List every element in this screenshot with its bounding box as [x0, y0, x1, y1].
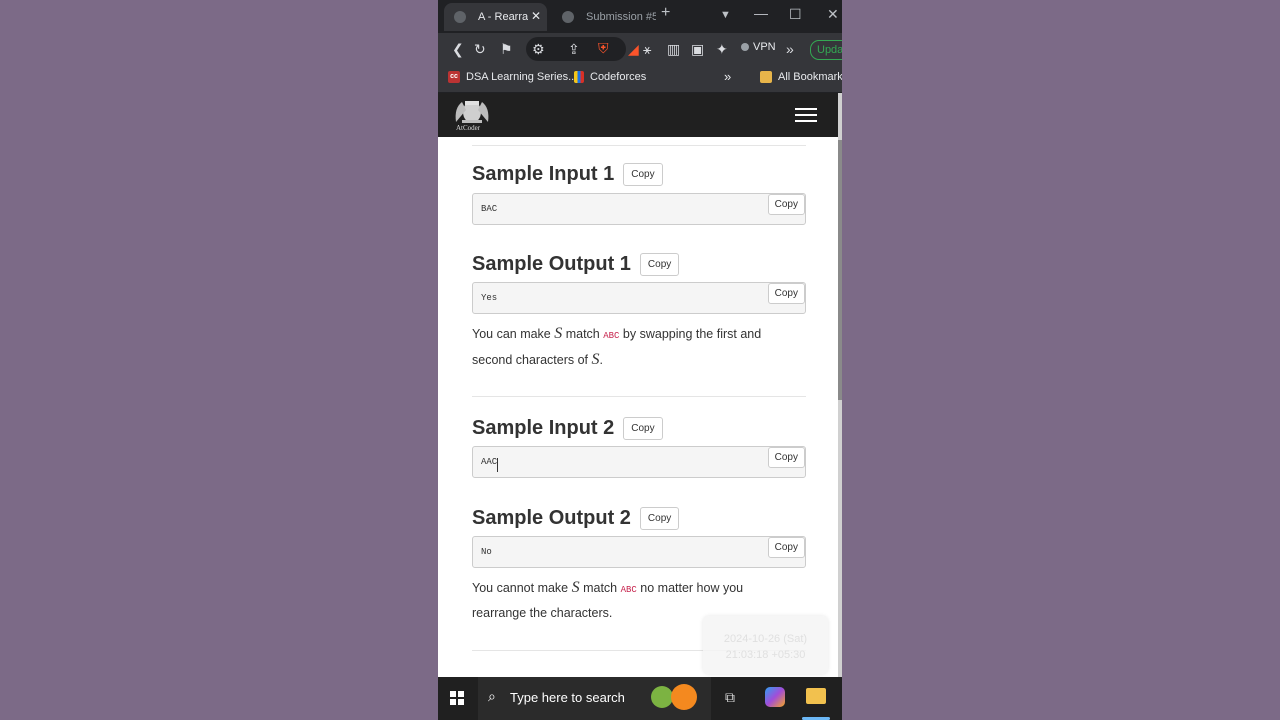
sample-output-1-code: Yes	[481, 293, 498, 303]
site-settings-icon[interactable]: ⚙	[532, 40, 545, 58]
copy-button[interactable]: Copy	[767, 537, 805, 558]
explanation-1: You can make S match ABC by swapping the…	[472, 322, 792, 372]
site-header: AtCoder	[438, 93, 842, 137]
green-apple-icon	[651, 686, 673, 708]
text: You cannot make	[472, 581, 572, 595]
copy-button[interactable]: Copy	[639, 507, 680, 530]
tab-problem[interactable]: A - Rearra ✕	[444, 3, 547, 31]
task-view-icon[interactable]: ⧉	[725, 689, 743, 707]
math-var: S	[591, 351, 600, 368]
copy-button[interactable]: Copy	[623, 417, 663, 440]
codeforces-icon	[574, 71, 584, 83]
atcoder-favicon-icon	[562, 11, 574, 23]
more-extensions-icon[interactable]: »	[786, 40, 794, 58]
search-placeholder: Type here to search	[510, 690, 625, 705]
search-icon: ⌕	[488, 688, 496, 704]
hamburger-menu-icon[interactable]	[795, 108, 817, 122]
sample-output-1-box[interactable]: Yes Copy	[472, 282, 806, 314]
logo-text: AtCoder	[456, 124, 481, 132]
bookmark-icon[interactable]: ⚑	[500, 40, 513, 58]
overlay-date: 2024-10-26 (Sat)	[723, 633, 808, 645]
tab-title: A - Rearra	[478, 11, 529, 23]
text-cursor-icon	[497, 458, 498, 472]
timestamp-overlay: 2024-10-26 (Sat) 21:03:18 +05:30	[703, 616, 828, 674]
vpn-status-icon	[741, 43, 749, 51]
inline-code: ABC	[620, 585, 637, 595]
text: You can make	[472, 327, 555, 341]
sample-input-2-title: Sample Input 2 Copy	[472, 417, 663, 440]
close-window-icon[interactable]: ✕	[827, 6, 839, 23]
heading-text: Sample Output 1	[472, 253, 631, 275]
tab-title: Submission #5	[586, 11, 656, 23]
leo-ai-icon[interactable]: ✦	[716, 40, 728, 58]
all-bookmarks-label: All Bookmarks	[778, 71, 842, 83]
vpn-label: VPN	[753, 41, 776, 53]
tab-submission[interactable]: Submission #5	[552, 3, 656, 31]
brave-shields-icon[interactable]: ⛨	[598, 39, 609, 57]
new-tab-icon[interactable]: +	[661, 4, 670, 22]
browser-window: A - Rearra ✕ Submission #5 + ▼ — ☐ ✕ ❮ ↻…	[438, 0, 842, 720]
sample-input-1-title: Sample Input 1 Copy	[472, 163, 663, 186]
text: .	[599, 353, 603, 367]
bookmarks-bar: cc DSA Learning Series... Codeforces » A…	[438, 65, 842, 93]
copy-button[interactable]: Copy	[767, 283, 805, 304]
maximize-icon[interactable]: ☐	[789, 6, 802, 23]
sample-input-2-code: AAC	[481, 457, 498, 467]
divider	[472, 396, 806, 397]
problem-content: Sample Input 1 Copy BAC Copy Sample Outp…	[438, 137, 838, 677]
windows-start-icon[interactable]	[450, 691, 464, 705]
sample-input-1-box[interactable]: BAC Copy	[472, 193, 806, 225]
tab-search-chevron-icon[interactable]: ▼	[720, 9, 731, 21]
sample-input-2-box[interactable]: AAC Copy	[472, 446, 806, 478]
all-bookmarks[interactable]: All Bookmarks	[760, 71, 842, 83]
heading-text: Sample Input 1	[472, 163, 615, 185]
folder-icon	[760, 71, 772, 83]
more-bookmarks-icon[interactable]: »	[724, 69, 731, 84]
copilot-icon[interactable]	[765, 687, 785, 707]
bookmark-label: DSA Learning Series...	[466, 71, 578, 83]
address-bar[interactable]: ⚙ ⇪ ⛨	[526, 37, 626, 61]
browser-toolbar: ❮ ↻ ⚑ ⚙ ⇪ ⛨ ◢ ⚹ ▥ ▣ ✦ VPN » Updat	[438, 33, 842, 65]
sample-input-1-code: BAC	[481, 204, 498, 214]
cc-icon: cc	[448, 71, 460, 83]
back-icon[interactable]: ❮	[452, 40, 464, 58]
windows-taskbar: ⌕ Type here to search ⧉	[438, 677, 842, 720]
update-button[interactable]: Updat	[810, 40, 842, 60]
copy-button[interactable]: Copy	[767, 447, 805, 468]
page-scrollbar-thumb[interactable]	[838, 140, 842, 400]
sample-output-1-title: Sample Output 1 Copy	[472, 253, 680, 276]
divider	[472, 145, 806, 146]
close-tab-icon[interactable]: ✕	[531, 9, 541, 23]
copy-button[interactable]: Copy	[639, 253, 680, 276]
tab-strip: A - Rearra ✕ Submission #5 + ▼ — ☐ ✕	[438, 0, 842, 33]
overlay-time: 21:03:18 +05:30	[725, 649, 806, 661]
file-explorer-icon[interactable]	[806, 688, 826, 704]
sample-output-2-code: No	[481, 547, 492, 557]
taskbar-search[interactable]: ⌕ Type here to search	[478, 677, 711, 720]
copy-button[interactable]: Copy	[623, 163, 663, 186]
sample-output-2-title: Sample Output 2 Copy	[472, 507, 680, 530]
text: match	[579, 581, 621, 595]
text: match	[562, 327, 604, 341]
bookmark-dsa[interactable]: cc DSA Learning Series...	[448, 71, 577, 83]
atcoder-favicon-icon	[454, 11, 466, 23]
vpn-button[interactable]: VPN	[741, 41, 776, 53]
wallet-icon[interactable]: ▣	[691, 40, 704, 58]
sample-output-2-box[interactable]: No Copy	[472, 536, 806, 568]
heading-text: Sample Input 2	[472, 417, 615, 439]
heading-text: Sample Output 2	[472, 507, 631, 529]
orange-fruit-icon	[671, 684, 697, 710]
math-var: S	[571, 579, 580, 596]
brave-rewards-icon[interactable]: ◢	[628, 40, 639, 58]
bookmark-label: Codeforces	[590, 71, 647, 83]
extensions-icon[interactable]: ⚹	[643, 40, 651, 58]
minimize-icon[interactable]: —	[754, 5, 768, 21]
sidebar-icon[interactable]: ▥	[667, 40, 680, 58]
reload-icon[interactable]: ↻	[474, 40, 486, 58]
inline-code: ABC	[603, 331, 620, 341]
share-icon[interactable]: ⇪	[568, 40, 580, 58]
bookmark-codeforces[interactable]: Codeforces	[574, 71, 646, 83]
copy-button[interactable]: Copy	[767, 194, 805, 215]
